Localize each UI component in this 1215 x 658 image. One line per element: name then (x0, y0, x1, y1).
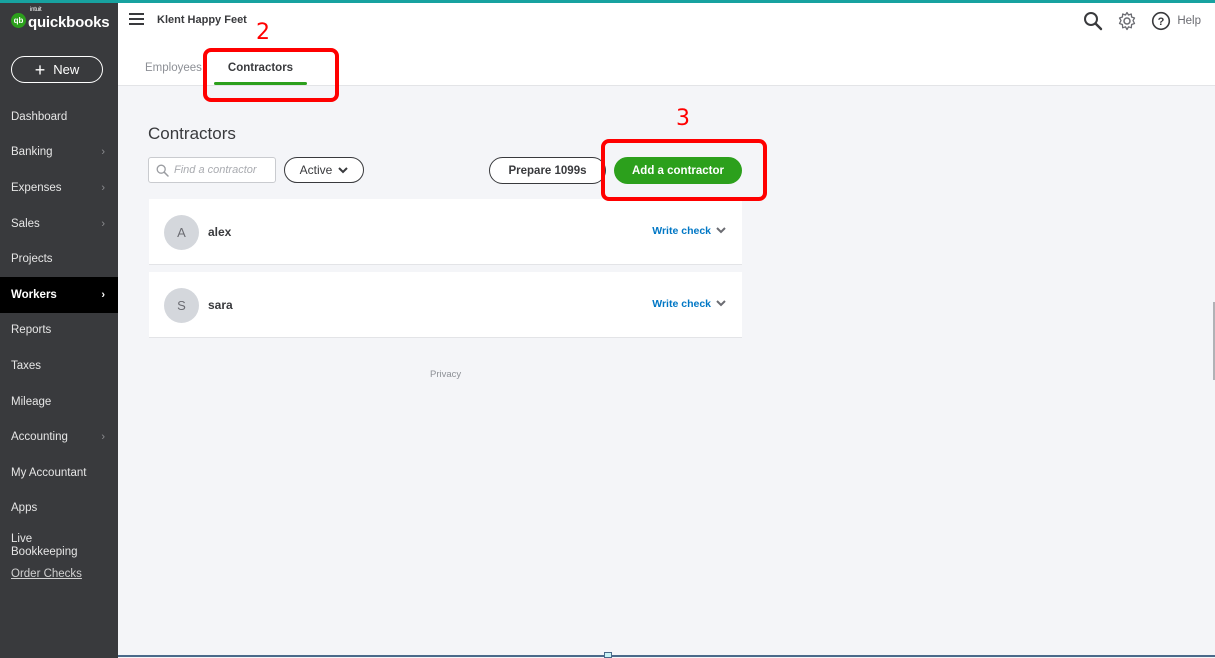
company-name: Klent Happy Feet (157, 14, 247, 26)
sidebar-item-expenses[interactable]: Expenses › (0, 170, 118, 206)
write-check-action: Write check (652, 298, 726, 310)
privacy-link[interactable]: Privacy (430, 369, 461, 380)
avatar: S (164, 288, 199, 323)
top-accent-bar (0, 0, 1215, 3)
chevron-right-icon: › (101, 146, 105, 159)
sidebar-item-projects[interactable]: Projects (0, 241, 118, 277)
sidebar-item-reports[interactable]: Reports (0, 313, 118, 349)
sidebar-item-taxes[interactable]: Taxes (0, 348, 118, 384)
sidebar: qb intuit quickbooks + New Dashboard Ban… (0, 0, 118, 658)
sidebar-item-live-bookkeeping[interactable]: Live Bookkeeping (0, 526, 118, 566)
svg-text:?: ? (1158, 16, 1165, 28)
sidebar-item-dashboard[interactable]: Dashboard (0, 99, 118, 135)
tab-employees[interactable]: Employees (145, 62, 202, 87)
contractor-name[interactable]: alex (208, 225, 231, 239)
page-title: Contractors (148, 124, 236, 143)
quickbooks-logo[interactable]: qb intuit quickbooks (11, 7, 110, 31)
annotation-number: 3 (676, 106, 690, 131)
sidebar-item-my-accountant[interactable]: My Accountant (0, 455, 118, 491)
intuit-label: intuit (30, 7, 42, 13)
sidebar-item-workers[interactable]: Workers › (0, 276, 118, 313)
header: Klent Happy Feet ? Help Employees Contra… (118, 3, 1215, 86)
status-filter-dropdown[interactable]: Active (284, 157, 364, 183)
search-icon (156, 164, 169, 177)
chevron-right-icon: › (101, 217, 105, 230)
sidebar-link-order-checks[interactable]: Order Checks (0, 566, 118, 591)
bottom-border (118, 655, 1215, 657)
chevron-right-icon: › (101, 181, 105, 194)
write-check-link[interactable]: Write check (652, 298, 711, 310)
avatar: A (164, 215, 199, 250)
help-button[interactable]: ? Help (1151, 11, 1201, 31)
sidebar-item-banking[interactable]: Banking › (0, 135, 118, 171)
sidebar-item-sales[interactable]: Sales › (0, 206, 118, 242)
contractor-search[interactable] (148, 157, 276, 183)
qb-badge-icon: qb (11, 13, 26, 28)
status-filter-value: Active (299, 163, 333, 177)
sidebar-item-apps[interactable]: Apps (0, 491, 118, 527)
new-button[interactable]: + New (11, 56, 103, 83)
prepare-1099s-button[interactable]: Prepare 1099s (489, 157, 606, 184)
contractor-name[interactable]: sara (208, 298, 233, 312)
chevron-down-icon[interactable] (716, 226, 726, 237)
chevron-right-icon: › (101, 288, 105, 301)
hamburger-menu-icon[interactable] (129, 13, 144, 28)
write-check-action: Write check (652, 225, 726, 237)
write-check-link[interactable]: Write check (652, 225, 711, 237)
resize-handle[interactable] (604, 652, 612, 658)
chevron-down-icon (338, 163, 349, 177)
annotation-number: 2 (256, 20, 270, 45)
worker-tabs: Employees Contractors (145, 62, 319, 87)
tab-contractors[interactable]: Contractors (213, 62, 308, 87)
chevron-down-icon[interactable] (716, 299, 726, 310)
help-icon: ? (1152, 11, 1171, 31)
chevron-right-icon: › (101, 431, 105, 444)
gear-icon[interactable] (1117, 11, 1137, 31)
help-label: Help (1177, 15, 1201, 27)
add-contractor-button[interactable]: Add a contractor (614, 157, 742, 184)
header-actions: ? Help (1069, 11, 1201, 31)
contractor-search-input[interactable] (174, 164, 269, 176)
plus-icon: + (34, 59, 46, 80)
brand-name: quickbooks (28, 14, 110, 31)
sidebar-nav: Dashboard Banking › Expenses › Sales › Proj… (0, 99, 118, 591)
contractor-row: A alex Write check (149, 199, 742, 265)
search-icon[interactable] (1083, 11, 1103, 31)
sidebar-item-accounting[interactable]: Accounting › (0, 419, 118, 455)
new-button-label: New (53, 62, 80, 77)
contractor-row: S sara Write check (149, 272, 742, 338)
sidebar-item-mileage[interactable]: Mileage (0, 384, 118, 420)
